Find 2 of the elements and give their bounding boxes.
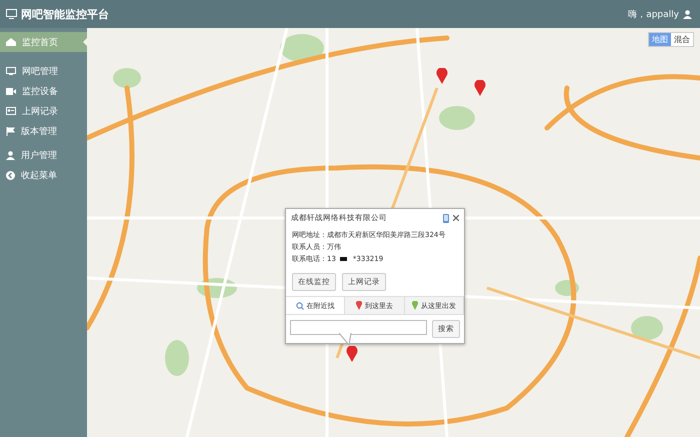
user-greeting: 嗨，appally	[628, 8, 679, 20]
app-title: 网吧智能监控平台	[21, 6, 109, 22]
